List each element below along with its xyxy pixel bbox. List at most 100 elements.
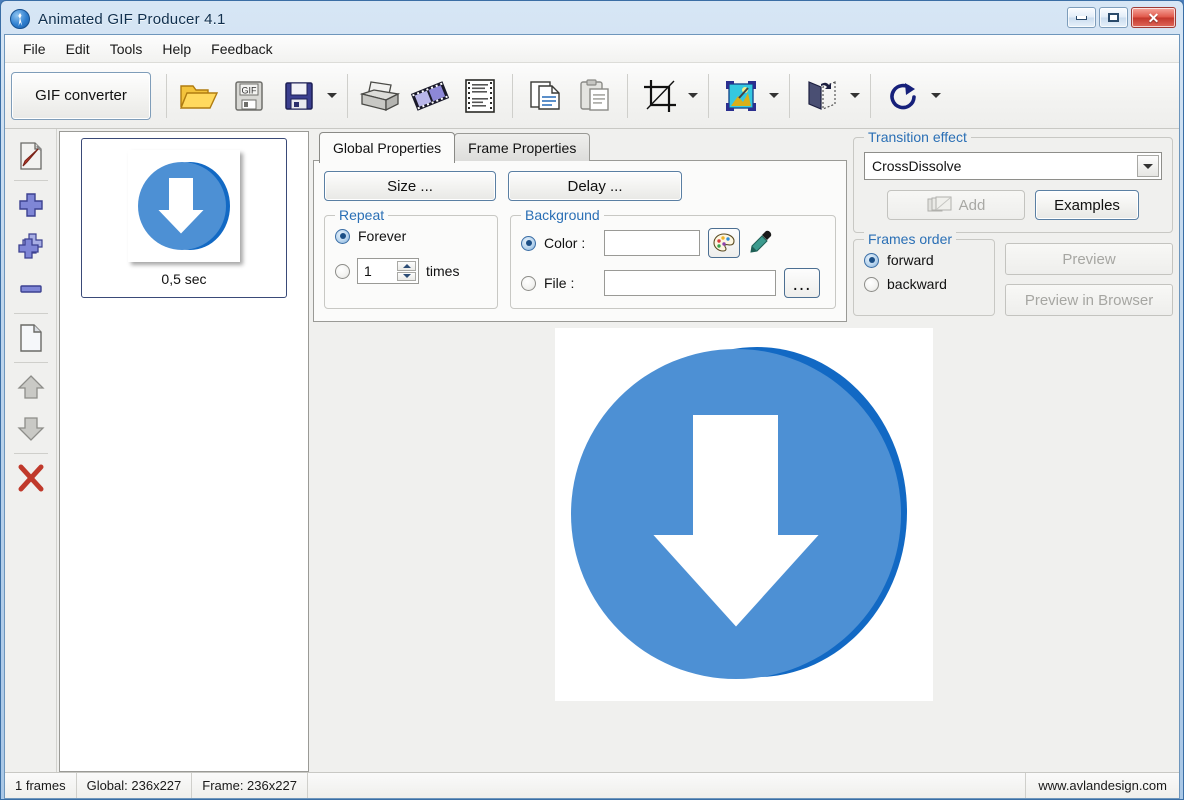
repeat-times-value: 1 xyxy=(364,263,372,279)
toolbar-separator xyxy=(512,73,513,118)
picture-wand-icon xyxy=(726,80,756,111)
frame-delay-label: 0,5 sec xyxy=(161,270,207,287)
filmstrip-icon xyxy=(410,80,450,111)
color-palette-button[interactable] xyxy=(708,228,740,258)
menu-item-file[interactable]: File xyxy=(13,37,56,61)
stepper-buttons[interactable] xyxy=(397,261,416,281)
repeat-forever-radio[interactable] xyxy=(335,228,350,244)
rotate-button[interactable] xyxy=(878,70,928,122)
menu-item-tools[interactable]: Tools xyxy=(100,37,153,61)
rotate-cw-icon xyxy=(890,82,916,109)
background-color-field[interactable] xyxy=(604,230,700,256)
eyedropper-button[interactable] xyxy=(748,229,774,258)
content-area: Global Properties Frame Properties Size … xyxy=(309,129,1179,772)
stepper-down-button[interactable] xyxy=(397,271,416,281)
crop-button[interactable] xyxy=(635,70,685,122)
delay-button[interactable]: Delay ... xyxy=(508,171,682,201)
stepper-up-button[interactable] xyxy=(397,261,416,271)
chevron-down-icon xyxy=(327,93,337,98)
paste-button[interactable] xyxy=(570,70,620,122)
html-code-button[interactable] xyxy=(455,70,505,122)
move-frame-down-button[interactable] xyxy=(10,408,52,450)
toolbar-separator xyxy=(627,73,628,118)
blank-page-icon xyxy=(19,324,42,352)
background-file-radio[interactable] xyxy=(521,275,536,291)
browse-file-button[interactable]: ... xyxy=(784,268,820,298)
repeat-legend: Repeat xyxy=(335,207,389,223)
add-multiple-frames-button[interactable] xyxy=(10,226,52,268)
combo-dropdown-button[interactable] xyxy=(1137,155,1159,177)
frames-order-forward-radio[interactable] xyxy=(864,252,879,268)
minimize-button[interactable] xyxy=(1067,7,1096,28)
blue-download-arrow-image xyxy=(565,339,923,691)
tab-frame-properties[interactable]: Frame Properties xyxy=(454,133,591,161)
save-dropdown-button[interactable] xyxy=(324,70,340,122)
toolbar-separator xyxy=(708,73,709,118)
transition-effect-select[interactable]: CrossDissolve xyxy=(864,152,1162,180)
repeat-times-radio[interactable] xyxy=(335,263,350,279)
delete-all-button[interactable] xyxy=(10,457,52,499)
frames-list[interactable]: 0,5 sec xyxy=(59,131,309,772)
background-color-radio[interactable] xyxy=(521,235,536,251)
preview-button[interactable]: Preview xyxy=(1005,243,1173,275)
preview-in-browser-button[interactable]: Preview in Browser xyxy=(1005,284,1173,316)
tab-strip: Global Properties Frame Properties xyxy=(313,132,847,163)
background-file-field[interactable] xyxy=(604,270,776,296)
new-blank-frame-button[interactable] xyxy=(10,317,52,359)
minus-icon xyxy=(19,285,42,293)
print-button[interactable] xyxy=(355,70,405,122)
add-transition-button[interactable]: Add xyxy=(887,190,1025,220)
maximize-icon xyxy=(1108,13,1119,22)
move-frame-up-button[interactable] xyxy=(10,366,52,408)
save-button[interactable] xyxy=(274,70,324,122)
chevron-down-icon xyxy=(769,93,779,98)
toolbar-separator xyxy=(166,73,167,118)
transition-effect-group: Transition effect CrossDissolve Add Exam… xyxy=(853,129,1173,233)
tab-global-properties[interactable]: Global Properties xyxy=(319,132,456,163)
add-transition-label: Add xyxy=(958,196,986,214)
edit-frame-button[interactable] xyxy=(10,135,52,177)
rotate-dropdown-button[interactable] xyxy=(928,70,944,122)
frames-order-backward-label: backward xyxy=(887,276,947,292)
frames-order-backward-radio[interactable] xyxy=(864,276,879,292)
status-global-size: Global: 236x227 xyxy=(77,773,193,798)
plus-icon xyxy=(18,193,43,217)
status-bar: 1 frames Global: 236x227 Frame: 236x227 … xyxy=(5,772,1179,798)
preview-canvas[interactable] xyxy=(555,328,933,701)
toolbar-separator xyxy=(347,73,348,118)
blue-download-arrow xyxy=(136,158,232,254)
crop-dropdown-button[interactable] xyxy=(685,70,701,122)
open-folder-icon xyxy=(179,84,219,109)
rail-separator xyxy=(13,453,48,454)
examples-button[interactable]: Examples xyxy=(1035,190,1139,220)
flip-dropdown-button[interactable] xyxy=(847,70,863,122)
copy-button[interactable] xyxy=(520,70,570,122)
effects-dropdown-button[interactable] xyxy=(766,70,782,122)
add-frame-button[interactable] xyxy=(10,184,52,226)
open-gif-button[interactable]: GIF xyxy=(224,70,274,122)
effects-button[interactable] xyxy=(716,70,766,122)
arrow-up-icon xyxy=(16,375,45,399)
list-item[interactable]: 0,5 sec xyxy=(81,138,287,298)
flip-button[interactable] xyxy=(797,70,847,122)
floppy-disk-icon xyxy=(285,81,313,110)
menu-item-help[interactable]: Help xyxy=(152,37,201,61)
app-globe-icon xyxy=(10,9,30,29)
open-folder-button[interactable] xyxy=(174,70,224,122)
chevron-down-icon xyxy=(850,93,860,98)
filmstrip-button[interactable] xyxy=(405,70,455,122)
close-icon: ✕ xyxy=(1147,9,1160,26)
menu-item-feedback[interactable]: Feedback xyxy=(201,37,282,61)
close-button[interactable]: ✕ xyxy=(1131,7,1176,28)
chevron-down-icon xyxy=(688,93,698,98)
gif-converter-button[interactable]: GIF converter xyxy=(11,71,151,120)
repeat-times-stepper[interactable]: 1 xyxy=(357,258,419,284)
remove-frame-button[interactable] xyxy=(10,268,52,310)
menu-item-edit[interactable]: Edit xyxy=(56,37,100,61)
chevron-down-icon xyxy=(1143,163,1153,169)
toolbar-separator xyxy=(870,73,871,118)
status-frame-size: Frame: 236x227 xyxy=(192,773,308,798)
triangle-up-icon xyxy=(402,263,411,268)
maximize-button[interactable] xyxy=(1099,7,1128,28)
size-button[interactable]: Size ... xyxy=(324,171,496,201)
